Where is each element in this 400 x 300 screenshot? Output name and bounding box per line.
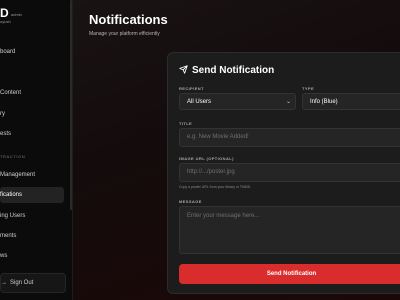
sidebar-item-users[interactable]: ing Users	[0, 208, 70, 224]
sidebar-item-label: board	[0, 49, 16, 55]
sidebar: D admin oyush board Content ry ests TRAC…	[0, 0, 73, 300]
message-label: MESSAGE	[179, 199, 202, 204]
message-textarea[interactable]: Enter your message here...	[179, 206, 400, 254]
sidebar-item-dashboard[interactable]: board	[0, 44, 70, 60]
sidebar-item-reviews[interactable]: ws	[0, 248, 70, 264]
sidebar-item-label: ry	[0, 111, 5, 117]
card-heading: Send Notification	[179, 65, 274, 76]
type-value: Info (Blue)	[310, 99, 338, 105]
sidebar-section-interaction: TRACTION	[0, 154, 26, 159]
brand-logo: D	[0, 6, 9, 20]
image-url-placeholder: http://.../poster.jpg	[187, 169, 235, 175]
image-url-helper: Copy a poster URL from your library or T…	[179, 185, 251, 189]
sidebar-item-label: Content	[0, 90, 22, 96]
chevron-down-icon: ⌄	[285, 99, 291, 105]
sidebar-item-label: ments	[0, 233, 17, 239]
image-url-input[interactable]: http://.../poster.jpg	[179, 163, 400, 182]
sidebar-item-label: Management	[0, 172, 36, 178]
card-heading-label: Send Notification	[192, 65, 275, 76]
title-label: TITLE	[179, 121, 193, 126]
sidebar-scrollbar[interactable]	[70, 0, 72, 210]
brand-tag: admin	[11, 12, 22, 17]
brand-user: oyush	[0, 19, 11, 24]
sidebar-item-label: ing Users	[0, 213, 26, 219]
message-placeholder: Enter your message here...	[187, 213, 260, 219]
send-notification-button[interactable]: Send Notification	[179, 264, 400, 284]
sign-out-button[interactable]: → Sign Out	[0, 273, 66, 293]
title-placeholder: e.g. New Movie Added!	[187, 134, 249, 140]
sidebar-item-label: ws	[0, 253, 8, 259]
sidebar-item-comments[interactable]: ments	[0, 228, 70, 244]
recipient-label: RECIPIENT	[179, 86, 204, 91]
sidebar-item-notifications[interactable]: fications	[0, 187, 64, 203]
title-input[interactable]: e.g. New Movie Added!	[179, 128, 400, 147]
sidebar-item-management[interactable]: Management	[0, 167, 70, 183]
sidebar-item-label: fications	[0, 192, 23, 198]
type-select[interactable]: Info (Blue)	[302, 93, 400, 110]
recipient-select[interactable]: All Users ⌄	[179, 93, 296, 110]
sidebar-item-library[interactable]: ry	[0, 106, 70, 122]
sidebar-item-label: ests	[0, 131, 12, 137]
send-icon	[179, 65, 188, 74]
sign-out-icon: →	[1, 280, 7, 286]
sidebar-item-requests[interactable]: ests	[0, 126, 70, 142]
sign-out-label: Sign Out	[10, 280, 34, 286]
page-subtitle: Manage your platform efficiently	[89, 31, 160, 37]
page-title: Notifications	[89, 12, 168, 27]
image-url-label: IMAGE URL (OPTIONAL)	[179, 156, 234, 161]
recipient-value: All Users	[187, 99, 212, 105]
app-root: D admin oyush board Content ry ests TRAC…	[0, 0, 400, 300]
type-label: TYPE	[302, 86, 315, 91]
sidebar-item-content[interactable]: Content	[0, 85, 70, 101]
